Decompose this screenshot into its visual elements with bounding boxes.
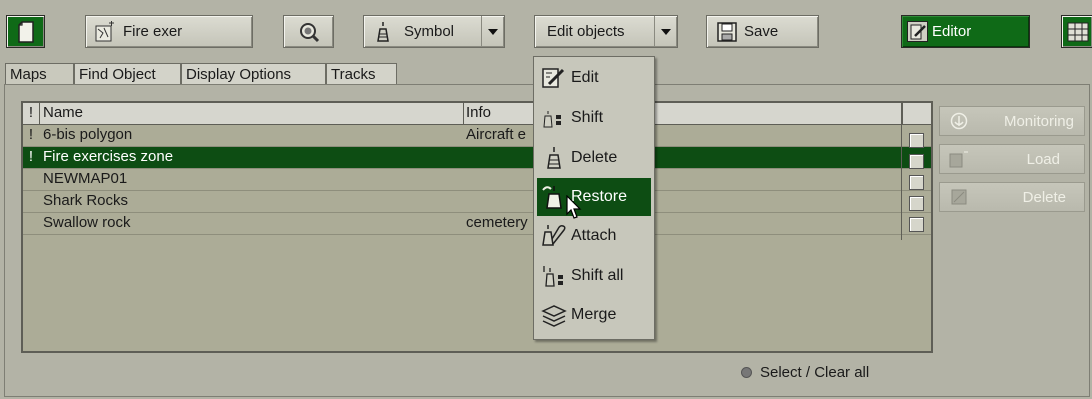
tab-bar: Maps Find Object Display Options Tracks: [5, 63, 397, 86]
table-row[interactable]: ! Fire exercises zone: [23, 147, 931, 169]
row-name: NEWMAP01: [43, 170, 128, 187]
symbol-label: Symbol: [404, 23, 455, 40]
column-header-flag[interactable]: !: [23, 103, 40, 124]
edit-objects-label: Edit objects: [547, 23, 625, 40]
find-button[interactable]: [283, 15, 334, 48]
menu-item-delete[interactable]: Delete: [537, 139, 651, 177]
tab-display-options[interactable]: Display Options: [181, 63, 326, 86]
row-flag: [23, 191, 39, 212]
grid-icon: [1067, 21, 1089, 43]
menu-item-label: Delete: [571, 149, 618, 166]
load-label: Load: [1026, 150, 1060, 168]
load-button[interactable]: Load: [939, 144, 1085, 174]
magnifier-icon: [298, 21, 320, 43]
buoy-icon: [372, 21, 394, 43]
map-select-label: Fire exer: [123, 23, 183, 40]
menu-item-shift-all[interactable]: Shift all: [537, 257, 651, 295]
row-info: [466, 191, 896, 212]
restore-icon: [541, 184, 567, 210]
row-info: cemetery: [466, 214, 528, 231]
menu-item-merge[interactable]: Merge: [537, 296, 651, 334]
editor-toggle[interactable]: Editor: [901, 15, 1030, 48]
delete-buoy-icon: [541, 145, 567, 171]
checkbox-column: [901, 103, 931, 240]
row-flag: [23, 213, 39, 234]
anchor-icon: [948, 110, 970, 132]
row-name: Fire exercises zone: [43, 148, 174, 165]
new-document-icon: [15, 20, 37, 43]
menu-item-label: Shift: [571, 109, 604, 126]
monitoring-button[interactable]: Monitoring: [939, 106, 1085, 136]
select-clear-all-label: Select / Clear all: [760, 363, 870, 381]
symbol-dropdown[interactable]: Symbol: [363, 15, 505, 48]
tab-maps[interactable]: Maps: [5, 63, 74, 86]
mouse-cursor-icon: [566, 194, 584, 221]
delete-button[interactable]: Delete: [939, 182, 1085, 212]
row-info: [466, 147, 896, 168]
new-map-button[interactable]: [6, 15, 45, 48]
row-name: Swallow rock: [43, 214, 131, 231]
row-checkbox[interactable]: [909, 175, 924, 190]
menu-item-restore[interactable]: Restore: [537, 178, 651, 216]
tab-tracks[interactable]: Tracks: [326, 63, 397, 86]
edit-icon: [541, 65, 567, 91]
row-info: Aircraft e: [466, 126, 527, 143]
row-checkbox[interactable]: [909, 196, 924, 211]
row-flag: !: [28, 148, 34, 165]
shift-icon: [541, 105, 567, 131]
chevron-down-icon[interactable]: [481, 16, 504, 47]
edit-objects-menu: Edit Shift Delete Restore Attach Shift a…: [533, 56, 655, 340]
save-label: Save: [744, 23, 779, 40]
menu-item-label: Merge: [571, 306, 617, 323]
floppy-save-icon: [716, 21, 738, 43]
row-checkbox[interactable]: [909, 217, 924, 232]
toolbar: Fire exer Symbol Edit objects Save Edito…: [0, 0, 1092, 60]
tab-find-object[interactable]: Find Object: [74, 63, 181, 86]
row-flag: [23, 169, 39, 190]
attach-icon: [541, 223, 567, 249]
select-clear-all-button[interactable]: Select / Clear all: [741, 362, 869, 382]
row-flag: !: [28, 126, 34, 143]
row-checkbox[interactable]: [909, 154, 924, 169]
grid-view-button[interactable]: [1061, 15, 1092, 48]
map-icon: [94, 20, 116, 43]
menu-item-edit[interactable]: Edit: [537, 59, 651, 97]
row-checkbox[interactable]: [909, 133, 924, 148]
menu-item-label: Attach: [571, 227, 617, 244]
menu-item-label: Shift all: [571, 267, 624, 284]
menu-item-label: Edit: [571, 69, 599, 86]
column-header-name[interactable]: Name: [40, 103, 464, 124]
chevron-down-icon[interactable]: [654, 16, 677, 47]
row-info: [466, 169, 896, 190]
delete-map-icon: [948, 186, 970, 208]
table-row[interactable]: Shark Rocks: [23, 191, 931, 213]
radio-dot-icon: [741, 366, 752, 378]
row-name: 6-bis polygon: [43, 126, 133, 143]
monitoring-label: Monitoring: [1003, 112, 1074, 130]
shift-all-icon: [541, 263, 567, 289]
table-row[interactable]: NEWMAP01: [23, 169, 931, 191]
menu-item-shift[interactable]: Shift: [537, 99, 651, 137]
load-map-icon: [948, 148, 970, 170]
row-name: Shark Rocks: [43, 192, 129, 209]
column-header-info[interactable]: Info: [463, 103, 903, 124]
editor-icon: [907, 21, 928, 42]
table-header: ! Name Info: [23, 103, 931, 125]
map-select-button[interactable]: Fire exer: [85, 15, 253, 48]
edit-objects-dropdown[interactable]: Edit objects: [534, 15, 678, 48]
editor-label: Editor: [932, 23, 972, 40]
table-row[interactable]: ! 6-bis polygon Aircraft e: [23, 125, 931, 147]
merge-icon: [541, 302, 567, 328]
table-row[interactable]: Swallow rock cemetery: [23, 213, 931, 235]
maps-table: ! Name Info ! 6-bis polygon Aircraft e !…: [21, 101, 933, 353]
delete-label: Delete: [1022, 188, 1066, 206]
save-button[interactable]: Save: [706, 15, 819, 48]
menu-item-attach[interactable]: Attach: [537, 217, 651, 255]
